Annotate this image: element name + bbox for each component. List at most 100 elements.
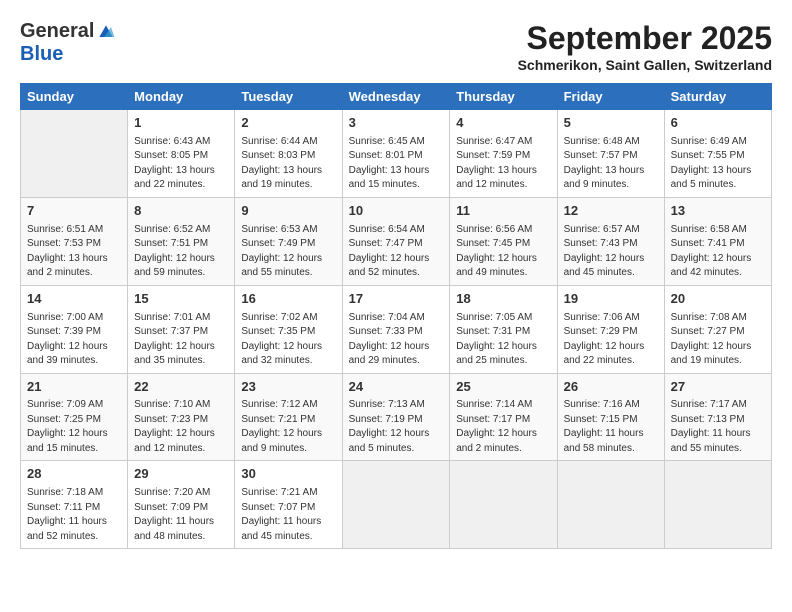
week-row-4: 21Sunrise: 7:09 AMSunset: 7:25 PMDayligh… — [21, 373, 772, 461]
header-day-saturday: Saturday — [664, 84, 771, 110]
day-info: Sunrise: 7:05 AMSunset: 7:31 PMDaylight:… — [456, 311, 550, 369]
day-number: 13 — [671, 202, 765, 221]
day-info: Sunrise: 6:52 AMSunset: 7:51 PMDaylight:… — [134, 223, 228, 281]
day-number: 14 — [27, 290, 121, 309]
day-info: Sunrise: 7:21 AMSunset: 7:07 PMDaylight:… — [241, 486, 335, 544]
calendar-cell — [664, 461, 771, 549]
calendar-cell: 2 Sunrise: 6:44 AMSunset: 8:03 PMDaylight… — [235, 110, 342, 198]
day-number: 10 — [349, 202, 444, 221]
calendar-cell: 25Sunrise: 7:14 AMSunset: 7:17 PMDayligh… — [450, 373, 557, 461]
header-day-thursday: Thursday — [450, 84, 557, 110]
calendar-cell: 22Sunrise: 7:10 AMSunset: 7:23 PMDayligh… — [128, 373, 235, 461]
day-info: Sunrise: 7:18 AMSunset: 7:11 PMDaylight:… — [27, 486, 121, 544]
day-info: Sunrise: 7:13 AMSunset: 7:19 PMDaylight:… — [349, 398, 444, 456]
day-info: Sunrise: 6:58 AMSunset: 7:41 PMDaylight:… — [671, 223, 765, 281]
calendar-cell — [557, 461, 664, 549]
day-number: 4 — [456, 114, 550, 133]
logo-icon — [96, 22, 116, 42]
calendar-cell: 8 Sunrise: 6:52 AMSunset: 7:51 PMDaylight… — [128, 197, 235, 285]
day-number: 12 — [564, 202, 658, 221]
header-day-monday: Monday — [128, 84, 235, 110]
day-number: 6 — [671, 114, 765, 133]
calendar-cell: 16Sunrise: 7:02 AMSunset: 7:35 PMDayligh… — [235, 285, 342, 373]
day-info: Sunrise: 7:08 AMSunset: 7:27 PMDaylight:… — [671, 311, 765, 369]
day-info: Sunrise: 6:47 AMSunset: 7:59 PMDaylight:… — [456, 135, 550, 193]
title-block: September 2025 Schmerikon, Saint Gallen,… — [518, 20, 772, 73]
day-number: 7 — [27, 202, 121, 221]
calendar-cell: 7 Sunrise: 6:51 AMSunset: 7:53 PMDaylight… — [21, 197, 128, 285]
calendar-cell: 21Sunrise: 7:09 AMSunset: 7:25 PMDayligh… — [21, 373, 128, 461]
day-number: 26 — [564, 378, 658, 397]
header-day-wednesday: Wednesday — [342, 84, 450, 110]
calendar-cell — [342, 461, 450, 549]
week-row-2: 7 Sunrise: 6:51 AMSunset: 7:53 PMDaylight… — [21, 197, 772, 285]
day-info: Sunrise: 7:16 AMSunset: 7:15 PMDaylight:… — [564, 398, 658, 456]
calendar-cell: 17Sunrise: 7:04 AMSunset: 7:33 PMDayligh… — [342, 285, 450, 373]
calendar-cell: 24Sunrise: 7:13 AMSunset: 7:19 PMDayligh… — [342, 373, 450, 461]
calendar-cell: 10 Sunrise: 6:54 AMSunset: 7:47 PMDayligh… — [342, 197, 450, 285]
day-info: Sunrise: 6:57 AMSunset: 7:43 PMDaylight:… — [564, 223, 658, 281]
day-number: 22 — [134, 378, 228, 397]
calendar-cell: 1 Sunrise: 6:43 AMSunset: 8:05 PMDaylight… — [128, 110, 235, 198]
calendar-cell: 18 Sunrise: 7:05 AMSunset: 7:31 PMDayligh… — [450, 285, 557, 373]
day-info: Sunrise: 7:10 AMSunset: 7:23 PMDaylight:… — [134, 398, 228, 456]
day-info: Sunrise: 6:48 AMSunset: 7:57 PMDaylight:… — [564, 135, 658, 193]
logo-general: General — [20, 20, 94, 43]
calendar-cell: 30 Sunrise: 7:21 AMSunset: 7:07 PMDayligh… — [235, 461, 342, 549]
page-header: General Blue September 2025 Schmerikon, … — [20, 20, 772, 73]
header-row: SundayMondayTuesdayWednesdayThursdayFrid… — [21, 84, 772, 110]
day-info: Sunrise: 7:06 AMSunset: 7:29 PMDaylight:… — [564, 311, 658, 369]
day-number: 27 — [671, 378, 765, 397]
day-number: 21 — [27, 378, 121, 397]
calendar-cell: 3 Sunrise: 6:45 AMSunset: 8:01 PMDaylight… — [342, 110, 450, 198]
day-number: 3 — [349, 114, 444, 133]
day-number: 29 — [134, 465, 228, 484]
week-row-3: 14 Sunrise: 7:00 AMSunset: 7:39 PMDayligh… — [21, 285, 772, 373]
calendar-cell: 5 Sunrise: 6:48 AMSunset: 7:57 PMDaylight… — [557, 110, 664, 198]
day-info: Sunrise: 6:43 AMSunset: 8:05 PMDaylight:… — [134, 135, 228, 193]
day-number: 24 — [349, 378, 444, 397]
week-row-1: 1 Sunrise: 6:43 AMSunset: 8:05 PMDaylight… — [21, 110, 772, 198]
day-number: 5 — [564, 114, 658, 133]
calendar-cell: 23Sunrise: 7:12 AMSunset: 7:21 PMDayligh… — [235, 373, 342, 461]
day-info: Sunrise: 7:04 AMSunset: 7:33 PMDaylight:… — [349, 311, 444, 369]
day-info: Sunrise: 6:51 AMSunset: 7:53 PMDaylight:… — [27, 223, 121, 281]
location-title: Schmerikon, Saint Gallen, Switzerland — [518, 57, 772, 73]
day-number: 19 — [564, 290, 658, 309]
day-number: 8 — [134, 202, 228, 221]
day-number: 1 — [134, 114, 228, 133]
calendar-cell: 4 Sunrise: 6:47 AMSunset: 7:59 PMDaylight… — [450, 110, 557, 198]
calendar-cell: 19 Sunrise: 7:06 AMSunset: 7:29 PMDayligh… — [557, 285, 664, 373]
day-number: 18 — [456, 290, 550, 309]
day-number: 30 — [241, 465, 335, 484]
calendar-cell: 14 Sunrise: 7:00 AMSunset: 7:39 PMDayligh… — [21, 285, 128, 373]
day-info: Sunrise: 7:20 AMSunset: 7:09 PMDaylight:… — [134, 486, 228, 544]
day-number: 11 — [456, 202, 550, 221]
day-info: Sunrise: 7:00 AMSunset: 7:39 PMDaylight:… — [27, 311, 121, 369]
header-day-friday: Friday — [557, 84, 664, 110]
calendar-cell: 20 Sunrise: 7:08 AMSunset: 7:27 PMDayligh… — [664, 285, 771, 373]
day-info: Sunrise: 6:54 AMSunset: 7:47 PMDaylight:… — [349, 223, 444, 281]
calendar-cell: 28Sunrise: 7:18 AMSunset: 7:11 PMDayligh… — [21, 461, 128, 549]
day-info: Sunrise: 6:49 AMSunset: 7:55 PMDaylight:… — [671, 135, 765, 193]
logo-blue: Blue — [20, 43, 63, 66]
day-info: Sunrise: 7:14 AMSunset: 7:17 PMDaylight:… — [456, 398, 550, 456]
calendar-cell: 26Sunrise: 7:16 AMSunset: 7:15 PMDayligh… — [557, 373, 664, 461]
header-day-tuesday: Tuesday — [235, 84, 342, 110]
day-number: 23 — [241, 378, 335, 397]
calendar-cell: 12 Sunrise: 6:57 AMSunset: 7:43 PMDayligh… — [557, 197, 664, 285]
day-number: 2 — [241, 114, 335, 133]
day-info: Sunrise: 6:44 AMSunset: 8:03 PMDaylight:… — [241, 135, 335, 193]
calendar-cell: 11Sunrise: 6:56 AMSunset: 7:45 PMDayligh… — [450, 197, 557, 285]
day-number: 20 — [671, 290, 765, 309]
logo: General Blue — [20, 20, 116, 66]
calendar-cell: 6 Sunrise: 6:49 AMSunset: 7:55 PMDaylight… — [664, 110, 771, 198]
day-info: Sunrise: 7:09 AMSunset: 7:25 PMDaylight:… — [27, 398, 121, 456]
calendar-cell — [21, 110, 128, 198]
day-info: Sunrise: 6:45 AMSunset: 8:01 PMDaylight:… — [349, 135, 444, 193]
calendar-cell: 27Sunrise: 7:17 AMSunset: 7:13 PMDayligh… — [664, 373, 771, 461]
day-info: Sunrise: 7:01 AMSunset: 7:37 PMDaylight:… — [134, 311, 228, 369]
calendar-cell — [450, 461, 557, 549]
day-info: Sunrise: 7:17 AMSunset: 7:13 PMDaylight:… — [671, 398, 765, 456]
day-info: Sunrise: 7:02 AMSunset: 7:35 PMDaylight:… — [241, 311, 335, 369]
